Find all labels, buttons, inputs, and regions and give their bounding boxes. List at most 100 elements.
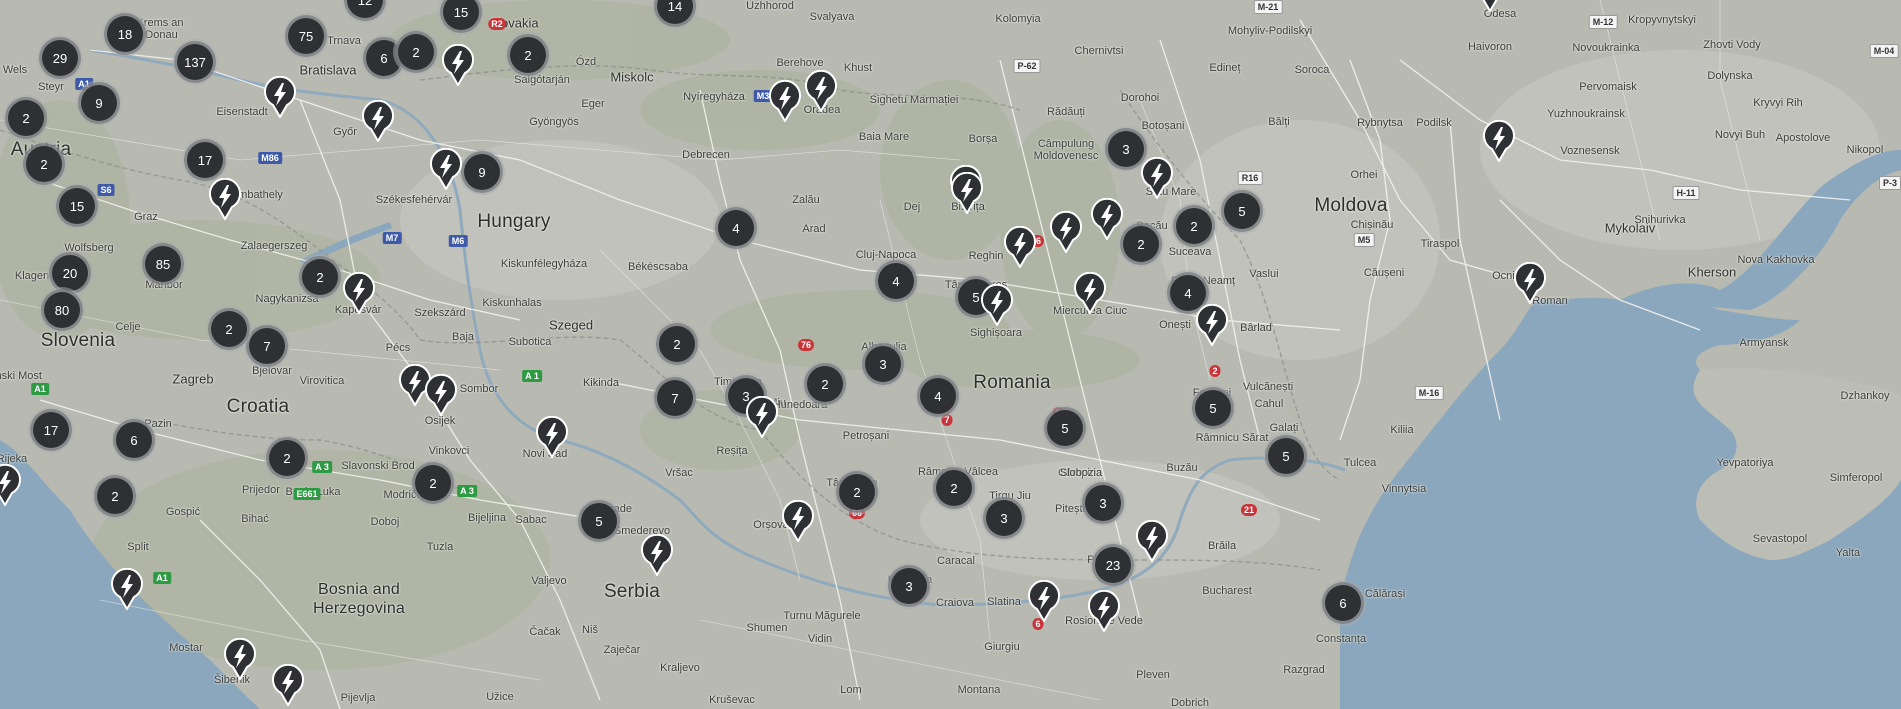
charging-station-pin[interactable] [1141, 157, 1173, 199]
charging-station-pin[interactable] [782, 500, 814, 542]
charging-station-pin[interactable] [746, 396, 778, 438]
charging-station-pin[interactable] [1091, 198, 1123, 240]
station-cluster[interactable]: 17 [33, 412, 69, 448]
lightning-bolt-icon [209, 178, 241, 220]
road-shield: A 3 [312, 461, 332, 473]
charging-station-pin[interactable] [1050, 211, 1082, 253]
road-shield: 76 [797, 339, 815, 351]
charging-station-pin[interactable] [430, 148, 462, 190]
road-shield: 21 [1240, 504, 1258, 516]
station-cluster[interactable]: 75 [288, 18, 324, 54]
lightning-bolt-icon [1028, 580, 1060, 622]
lightning-bolt-icon [641, 534, 673, 576]
station-cluster[interactable]: 2 [211, 311, 247, 347]
map-canvas[interactable]: Hungary Romania Serbia Croatia Slovenia … [0, 0, 1901, 709]
station-cluster[interactable]: 3 [891, 568, 927, 604]
charging-station-pin[interactable] [1474, 0, 1506, 12]
charging-station-pin[interactable] [224, 638, 256, 680]
charging-station-pin[interactable] [805, 70, 837, 112]
station-cluster[interactable]: 17 [187, 142, 223, 178]
station-cluster[interactable]: 5 [1224, 193, 1260, 229]
charging-station-pin[interactable] [1514, 262, 1546, 304]
station-cluster[interactable]: 2 [936, 470, 972, 506]
station-cluster[interactable]: 9 [81, 85, 117, 121]
charging-station-pin[interactable] [1028, 580, 1060, 622]
station-cluster[interactable]: 15 [59, 188, 95, 224]
lightning-bolt-icon [1196, 304, 1228, 346]
charging-station-pin[interactable] [1136, 520, 1168, 562]
station-cluster[interactable]: 80 [44, 292, 80, 328]
station-cluster[interactable]: 85 [145, 246, 181, 282]
station-cluster[interactable]: 23 [1095, 547, 1131, 583]
lightning-bolt-icon [769, 80, 801, 122]
station-cluster[interactable]: 2 [807, 366, 843, 402]
station-cluster[interactable]: 2 [8, 100, 44, 136]
charging-station-pin[interactable] [769, 80, 801, 122]
charging-station-pin[interactable] [209, 178, 241, 220]
station-cluster[interactable]: 5 [1268, 438, 1304, 474]
station-cluster[interactable]: 2 [1176, 208, 1212, 244]
station-cluster[interactable]: 2 [1123, 226, 1159, 262]
road-shield: R2 [488, 18, 506, 30]
station-cluster[interactable]: 6 [1325, 585, 1361, 621]
station-cluster[interactable]: 2 [415, 465, 451, 501]
charging-station-pin[interactable] [272, 664, 304, 706]
station-cluster[interactable]: 3 [865, 346, 901, 382]
charging-station-pin[interactable] [0, 464, 21, 506]
road-shield: H-11 [1672, 186, 1700, 200]
station-cluster[interactable]: 2 [269, 440, 305, 476]
charging-station-pin[interactable] [362, 100, 394, 142]
station-cluster[interactable]: 137 [177, 44, 213, 80]
station-cluster[interactable]: 20 [52, 255, 88, 291]
station-cluster[interactable]: 3 [1108, 131, 1144, 167]
station-cluster[interactable]: 6 [366, 40, 402, 76]
charging-station-pin[interactable] [264, 76, 296, 118]
station-cluster[interactable]: 5 [1195, 390, 1231, 426]
station-cluster[interactable]: 4 [920, 378, 956, 414]
lightning-bolt-icon [1483, 120, 1515, 162]
station-cluster[interactable]: 7 [249, 328, 285, 364]
station-cluster[interactable]: 9 [464, 154, 500, 190]
charging-station-pin[interactable] [1074, 272, 1106, 314]
lightning-bolt-icon [1004, 226, 1036, 268]
charging-station-pin[interactable] [536, 416, 568, 458]
road-shield: E661 [293, 488, 321, 500]
charging-station-pin[interactable] [111, 568, 143, 610]
station-cluster[interactable]: 2 [510, 37, 546, 73]
station-cluster[interactable]: 4 [718, 210, 754, 246]
station-cluster[interactable]: 2 [302, 259, 338, 295]
station-cluster[interactable]: 5 [1047, 410, 1083, 446]
road-shield: M-21 [1253, 0, 1283, 14]
station-cluster[interactable]: 5 [581, 503, 617, 539]
charging-station-pin[interactable] [1483, 120, 1515, 162]
station-cluster[interactable]: 6 [116, 422, 152, 458]
station-cluster[interactable]: 2 [659, 326, 695, 362]
charging-station-pin[interactable] [1196, 304, 1228, 346]
station-cluster[interactable]: 4 [878, 263, 914, 299]
charging-station-pin[interactable] [981, 284, 1013, 326]
station-cluster[interactable]: 3 [1085, 485, 1121, 521]
station-cluster[interactable]: 7 [657, 380, 693, 416]
station-cluster[interactable]: 18 [107, 16, 143, 52]
road-shield: M-04 [1869, 44, 1899, 58]
station-cluster[interactable]: 2 [26, 146, 62, 182]
charging-station-pin[interactable] [343, 272, 375, 314]
road-shield: M-12 [1588, 15, 1618, 29]
road-shield: M86 [258, 152, 282, 164]
charging-station-pin[interactable] [1004, 226, 1036, 268]
station-cluster[interactable]: 2 [97, 478, 133, 514]
station-cluster[interactable]: 29 [42, 40, 78, 76]
charging-station-pin[interactable] [641, 534, 673, 576]
lightning-bolt-icon [442, 44, 474, 86]
charging-station-pin[interactable] [951, 172, 983, 214]
station-cluster[interactable]: 3 [986, 500, 1022, 536]
lightning-bolt-icon [272, 664, 304, 706]
lightning-bolt-icon [1141, 157, 1173, 199]
charging-station-pin[interactable] [425, 374, 457, 416]
charging-station-pin[interactable] [1088, 590, 1120, 632]
charging-station-pin[interactable] [442, 44, 474, 86]
lightning-bolt-icon [1088, 590, 1120, 632]
station-cluster[interactable]: 2 [839, 474, 875, 510]
station-cluster[interactable]: 2 [398, 34, 434, 70]
lightning-bolt-icon [1074, 272, 1106, 314]
